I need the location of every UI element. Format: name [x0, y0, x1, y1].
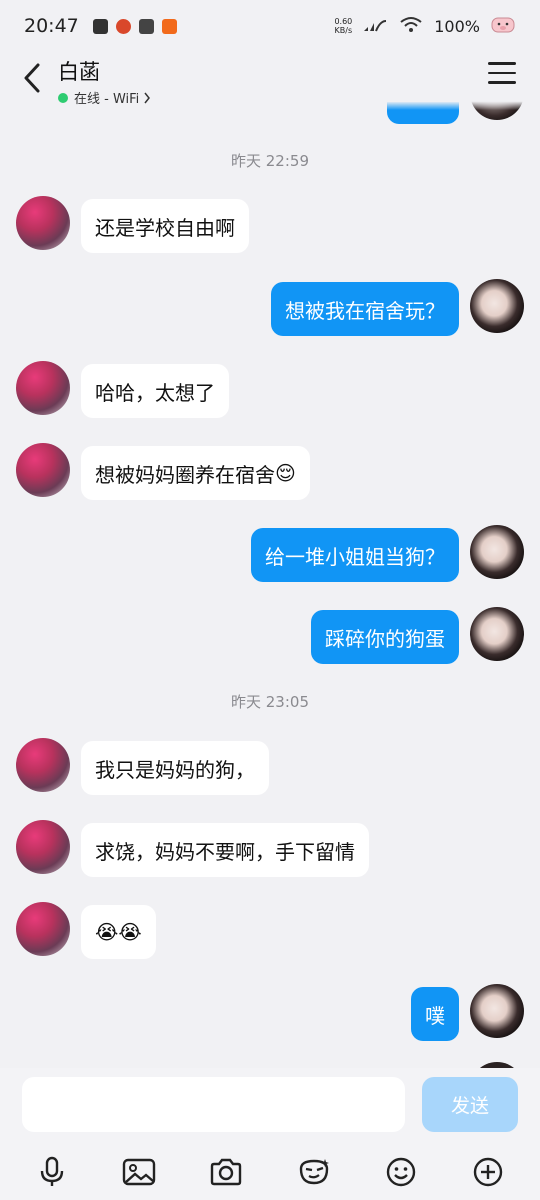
message-row: 求饶，妈妈不要啊，手下留情	[0, 820, 540, 877]
message-bubble[interactable]: 我只是妈妈的狗，	[81, 741, 269, 795]
avatar-contact[interactable]	[16, 902, 70, 956]
presence-status[interactable]: 在线 - WiFi	[58, 88, 151, 107]
message-bubble[interactable]: 想被我在宿舍玩？	[271, 282, 459, 336]
avatar-me[interactable]	[470, 984, 524, 1038]
message-input[interactable]	[22, 1077, 405, 1132]
message-bubble[interactable]: 给一堆小姐姐当狗？	[251, 528, 459, 582]
camera-icon[interactable]	[204, 1150, 248, 1194]
plus-icon[interactable]	[466, 1150, 510, 1194]
online-dot-icon	[58, 92, 68, 103]
message-bubble[interactable]: 踩碎你的狗蛋	[311, 610, 459, 664]
menu-icon-line	[488, 62, 516, 65]
avatar-contact[interactable]	[16, 738, 70, 792]
crying-emoji-text: 😭😭	[95, 920, 142, 944]
input-bar: 发送	[0, 1068, 540, 1144]
message-bubble[interactable]: 哈哈，太想了	[81, 364, 229, 418]
message-row: 😭😭	[0, 902, 540, 959]
avatar-me[interactable]	[470, 279, 524, 333]
message-text: 想被我在宿舍玩？	[285, 298, 445, 323]
message-bubble[interactable]: 噗	[411, 987, 459, 1041]
emoji-icon[interactable]	[379, 1150, 423, 1194]
avatar-contact[interactable]	[16, 361, 70, 415]
contact-info[interactable]: 白菡 在线 - WiFi	[58, 56, 151, 107]
message-text: 踩碎你的狗蛋	[325, 626, 445, 651]
microphone-icon[interactable]	[30, 1150, 74, 1194]
input-toolbar	[0, 1144, 540, 1200]
message-bubble[interactable]: 求饶，妈妈不要啊，手下留情	[81, 823, 369, 877]
message-row: 哈哈，太想了	[0, 361, 540, 418]
message-bubble[interactable]: 😭😭	[81, 905, 156, 959]
message-text: 求饶，妈妈不要啊，手下留情	[95, 839, 355, 864]
chevron-left-icon	[24, 63, 40, 93]
menu-icon-line	[488, 71, 516, 74]
message-text: 还是学校自由啊	[95, 215, 235, 240]
chevron-right-icon	[144, 92, 151, 103]
menu-button[interactable]	[488, 62, 516, 90]
message-row: 给一堆小姐姐当狗？	[0, 525, 540, 582]
timestamp: 昨天 23:05	[231, 693, 309, 711]
back-button[interactable]	[6, 52, 58, 104]
timestamp: 昨天 22:59	[231, 152, 309, 170]
sticker-icon[interactable]	[292, 1150, 336, 1194]
contact-name: 白菡	[58, 60, 100, 84]
avatar-me[interactable]	[470, 525, 524, 579]
message-row: 噗	[0, 984, 540, 1041]
avatar-contact[interactable]	[16, 820, 70, 874]
menu-icon-line	[488, 81, 516, 84]
message-bubble[interactable]: 想被妈妈圈养在宿舍 😌	[81, 446, 310, 500]
message-text: 想被妈妈圈养在宿舍	[95, 462, 275, 487]
message-text: 给一堆小姐姐当狗？	[265, 544, 445, 569]
avatar-me[interactable]	[470, 607, 524, 661]
message-text: 噗	[425, 1003, 445, 1028]
avatar-contact[interactable]	[16, 443, 70, 497]
message-list[interactable]: 昨天 22:59 还是学校自由啊 想被我在宿舍玩？ 哈哈，太想了 想被妈妈圈养在…	[0, 0, 540, 1070]
message-bubble[interactable]: 还是学校自由啊	[81, 199, 249, 253]
message-row: 我只是妈妈的狗，	[0, 738, 540, 795]
presence-text: 在线 - WiFi	[74, 92, 140, 107]
send-button[interactable]: 发送	[422, 1077, 518, 1132]
message-text: 我只是妈妈的狗，	[95, 757, 255, 782]
message-row: 踩碎你的狗蛋	[0, 607, 540, 664]
message-row: 还是学校自由啊	[0, 196, 540, 253]
chat-header: 白菡 在线 - WiFi	[0, 52, 540, 110]
message-row: 想被妈妈圈养在宿舍 😌	[0, 443, 540, 500]
relieved-face-emoji: 😌	[275, 461, 296, 485]
message-row: 想被我在宿舍玩？	[0, 279, 540, 336]
message-text: 哈哈，太想了	[95, 380, 215, 405]
image-icon[interactable]	[117, 1150, 161, 1194]
avatar-contact[interactable]	[16, 196, 70, 250]
